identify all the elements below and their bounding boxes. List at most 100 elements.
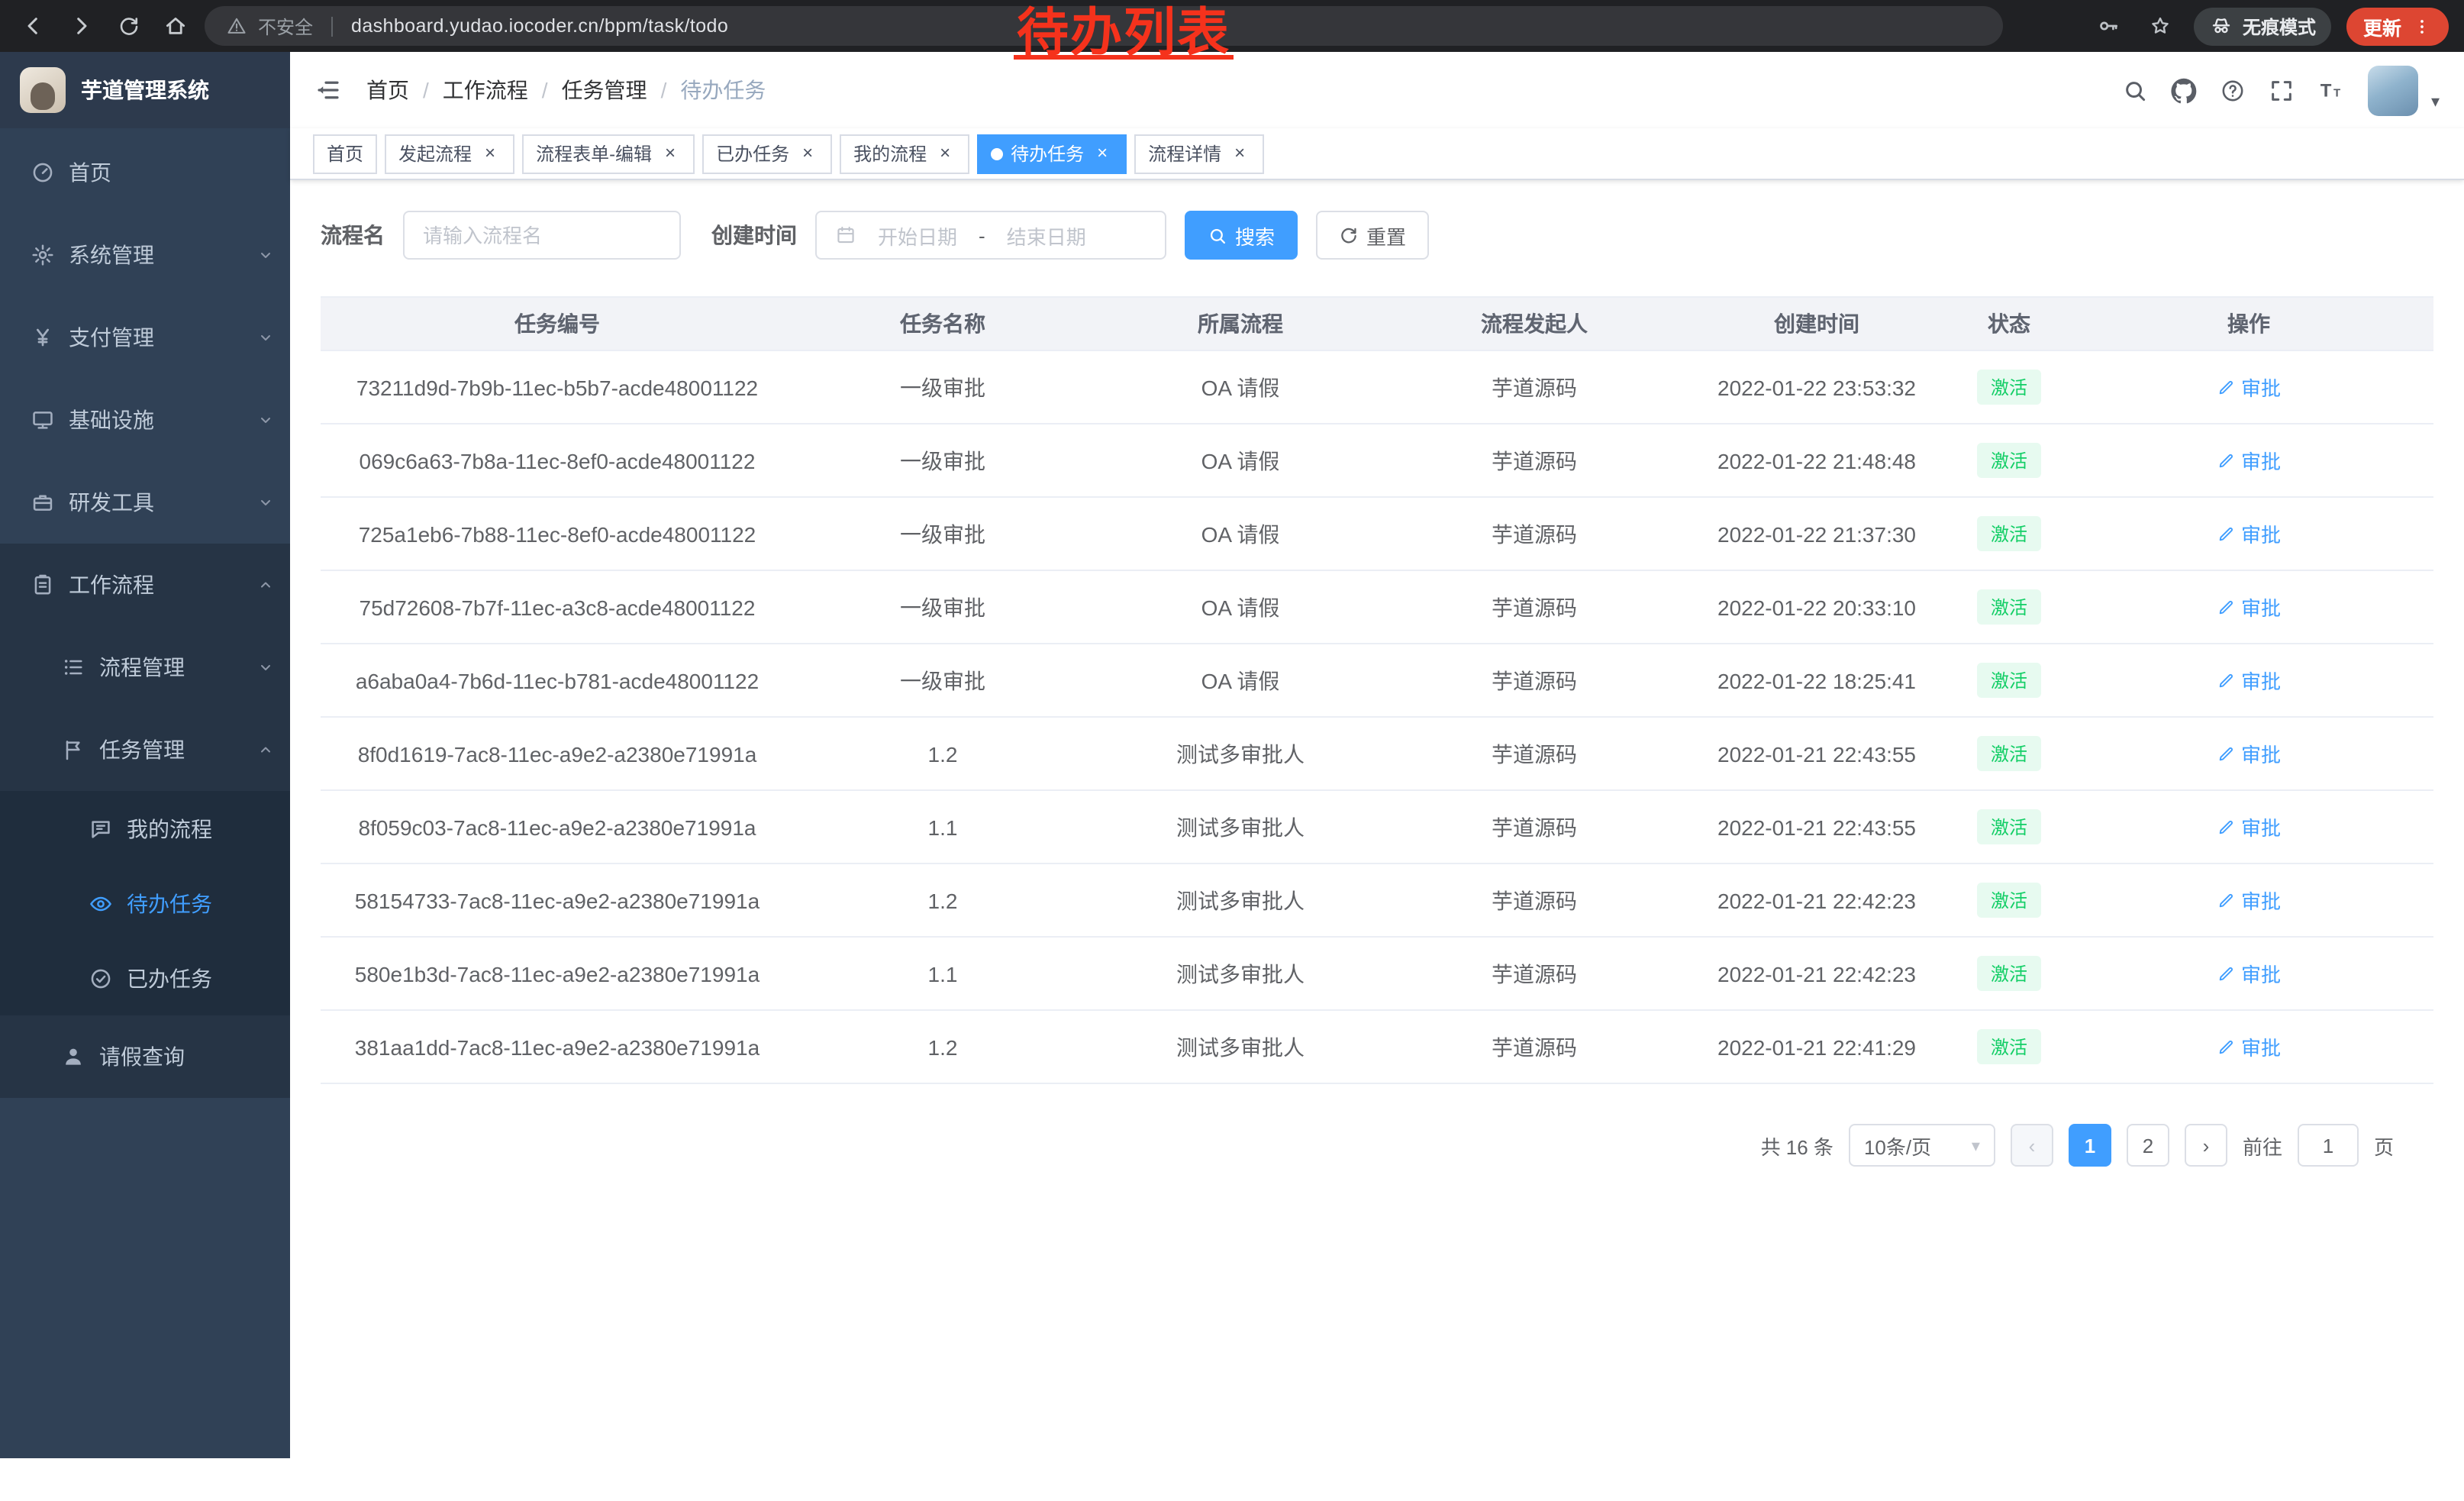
sidebar-item-home[interactable]: 首页 — [0, 131, 290, 214]
approve-link[interactable]: 审批 — [2217, 592, 2281, 621]
fullscreen-icon[interactable] — [2269, 77, 2295, 103]
page-button-2[interactable]: 2 — [2127, 1124, 2169, 1167]
approve-link[interactable]: 审批 — [2217, 959, 2281, 988]
font-size-icon[interactable] — [2318, 76, 2346, 104]
approve-link[interactable]: 审批 — [2217, 519, 2281, 548]
close-icon[interactable]: × — [797, 143, 818, 164]
breadcrumb-home[interactable]: 首页 — [366, 75, 409, 105]
check-circle-icon — [89, 966, 113, 990]
close-icon[interactable]: × — [1092, 143, 1113, 164]
edit-pencil-icon — [2217, 598, 2235, 616]
approve-link[interactable]: 审批 — [2217, 812, 2281, 841]
browser-toolbar: 不安全 dashboard.yudao.iocoder.cn/bpm/task/… — [0, 0, 2464, 52]
tab-my-processes[interactable]: 我的流程 × — [840, 134, 969, 173]
status-badge: 激活 — [1977, 956, 2041, 991]
cell-create-time: 2022-01-22 23:53:32 — [1679, 375, 1954, 399]
search-icon[interactable] — [2123, 77, 2149, 103]
cell-task-name: 一级审批 — [794, 445, 1092, 476]
status-badge: 激活 — [1977, 809, 2041, 844]
goto-page-input[interactable] — [2298, 1124, 2359, 1167]
home-icon[interactable] — [157, 8, 194, 44]
key-icon[interactable] — [2090, 8, 2127, 44]
cell-status: 激活 — [1954, 589, 2064, 625]
edit-pencil-icon — [2217, 964, 2235, 983]
column-status: 状态 — [1954, 308, 2064, 339]
prev-page-button[interactable]: ‹ — [2011, 1124, 2053, 1167]
cell-starter: 芋道源码 — [1389, 592, 1679, 622]
sidebar-item-todo-tasks[interactable]: 待办任务 — [0, 866, 290, 941]
approve-link[interactable]: 审批 — [2217, 739, 2281, 768]
cell-actions: 审批 — [2064, 373, 2433, 402]
approve-link[interactable]: 审批 — [2217, 446, 2281, 475]
cell-process: 测试多审批人 — [1092, 738, 1389, 769]
cell-status: 激活 — [1954, 370, 2064, 405]
todo-task-table: 任务编号 任务名称 所属流程 流程发起人 创建时间 状态 操作 73211d9d… — [321, 296, 2433, 1084]
approve-link[interactable]: 审批 — [2217, 886, 2281, 915]
address-bar[interactable]: 不安全 dashboard.yudao.iocoder.cn/bpm/task/… — [205, 6, 2003, 46]
approve-link[interactable]: 审批 — [2217, 666, 2281, 695]
hamburger-icon[interactable] — [314, 76, 342, 104]
tab-done-tasks[interactable]: 已办任务 × — [702, 134, 832, 173]
close-icon[interactable]: × — [479, 143, 501, 164]
back-icon[interactable] — [15, 8, 52, 44]
cell-create-time: 2022-01-22 21:37:30 — [1679, 521, 1954, 546]
not-secure-warning-icon — [226, 15, 247, 37]
cell-task-name: 1.2 — [794, 888, 1092, 912]
sidebar-item-my-processes[interactable]: 我的流程 — [0, 791, 290, 866]
cell-actions: 审批 — [2064, 446, 2433, 475]
process-name-input[interactable] — [423, 224, 661, 247]
close-icon[interactable]: × — [934, 143, 956, 164]
sidebar-item-leave-query[interactable]: 请假查询 — [0, 1015, 290, 1098]
forward-icon[interactable] — [63, 8, 99, 44]
github-icon[interactable] — [2172, 77, 2198, 103]
column-actions: 操作 — [2064, 308, 2433, 339]
page-button-1[interactable]: 1 — [2069, 1124, 2111, 1167]
table-header-row: 任务编号 任务名称 所属流程 流程发起人 创建时间 状态 操作 — [321, 296, 2433, 351]
omnibox-divider — [331, 16, 333, 36]
tabs-bar: 首页 发起流程 × 流程表单-编辑 × 已办任务 × 我的流程 × — [290, 128, 2464, 180]
close-icon[interactable]: × — [660, 143, 681, 164]
tab-start-process[interactable]: 发起流程 × — [385, 134, 514, 173]
status-badge: 激活 — [1977, 1029, 2041, 1064]
chevron-down-icon — [256, 328, 275, 347]
help-icon[interactable] — [2221, 77, 2246, 103]
tab-process-detail[interactable]: 流程详情 × — [1134, 134, 1264, 173]
tab-process-form-edit[interactable]: 流程表单-编辑 × — [522, 134, 695, 173]
sidebar-item-infrastructure[interactable]: 基础设施 — [0, 379, 290, 461]
sidebar-item-task-management[interactable]: 任务管理 — [0, 709, 290, 791]
sidebar-item-workflow[interactable]: 工作流程 — [0, 544, 290, 626]
reset-button[interactable]: 重置 — [1316, 211, 1429, 260]
sidebar-item-payment-management[interactable]: 支付管理 — [0, 296, 290, 379]
cell-task-id: 8f0d1619-7ac8-11ec-a9e2-a2380e71991a — [321, 741, 794, 766]
cell-create-time: 2022-01-22 21:48:48 — [1679, 448, 1954, 473]
breadcrumb-workflow[interactable]: 工作流程 — [443, 75, 528, 105]
close-icon[interactable]: × — [1229, 143, 1250, 164]
date-range-picker[interactable]: 开始日期 - 结束日期 — [815, 211, 1166, 260]
reload-icon[interactable] — [110, 8, 147, 44]
dashboard-icon — [31, 160, 55, 185]
total-count: 共 16 条 — [1761, 1131, 1833, 1160]
table-row: 725a1eb6-7b88-11ec-8ef0-acde48001122 一级审… — [321, 498, 2433, 571]
update-button[interactable]: 更新 — [2346, 7, 2449, 45]
cell-starter: 芋道源码 — [1389, 445, 1679, 476]
approve-link[interactable]: 审批 — [2217, 373, 2281, 402]
breadcrumb-task-management[interactable]: 任务管理 — [562, 75, 647, 105]
approve-link[interactable]: 审批 — [2217, 1032, 2281, 1061]
goto-unit: 页 — [2374, 1131, 2394, 1160]
sidebar-item-process-management[interactable]: 流程管理 — [0, 626, 290, 709]
cell-status: 激活 — [1954, 1029, 2064, 1064]
avatar[interactable] — [2369, 65, 2419, 115]
sidebar-item-dev-tools[interactable]: 研发工具 — [0, 461, 290, 544]
edit-pencil-icon — [2217, 671, 2235, 689]
edit-pencil-icon — [2217, 1038, 2235, 1056]
column-process: 所属流程 — [1092, 308, 1389, 339]
tab-home[interactable]: 首页 — [313, 134, 377, 173]
sidebar-item-done-tasks[interactable]: 已办任务 — [0, 941, 290, 1015]
breadcrumb: 首页 / 工作流程 / 任务管理 / 待办任务 — [366, 75, 766, 105]
next-page-button[interactable]: › — [2185, 1124, 2227, 1167]
sidebar-item-system-management[interactable]: 系统管理 — [0, 214, 290, 296]
search-button[interactable]: 搜索 — [1185, 211, 1298, 260]
page-size-select[interactable]: 10条/页 ▾ — [1849, 1124, 1995, 1167]
bookmark-star-icon[interactable] — [2142, 8, 2179, 44]
tab-todo-tasks[interactable]: 待办任务 × — [977, 134, 1127, 173]
